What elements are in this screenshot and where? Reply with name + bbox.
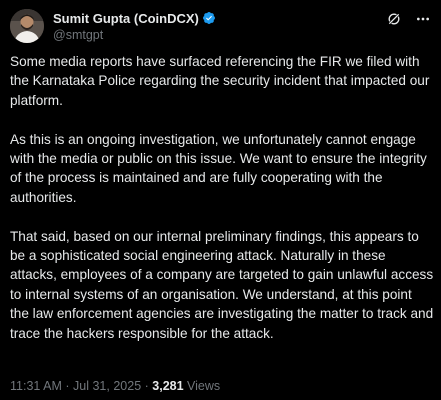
profile-photo-icon	[10, 9, 44, 43]
post-header: Sumit Gupta (CoinDCX) @smtgpt	[10, 9, 431, 43]
post-paragraph: Some media reports have surfaced referen…	[10, 54, 430, 108]
post-paragraph: That said, based on our internal prelimi…	[10, 228, 434, 341]
verified-badge-icon	[202, 12, 215, 24]
author-block: Sumit Gupta (CoinDCX) @smtgpt	[53, 10, 216, 42]
post-paragraph: As this is an ongoing investigation, we …	[10, 131, 427, 205]
separator: ·	[144, 379, 149, 393]
author-display-name[interactable]: Sumit Gupta (CoinDCX)	[53, 11, 199, 26]
post: Sumit Gupta (CoinDCX) @smtgpt Some media…	[0, 0, 441, 400]
separator: ·	[65, 379, 70, 393]
grok-icon[interactable]	[386, 11, 402, 27]
views-label: Views	[187, 379, 221, 393]
views-count: 3,281	[152, 379, 184, 393]
avatar[interactable]	[10, 9, 44, 43]
display-name-row: Sumit Gupta (CoinDCX)	[53, 10, 216, 26]
post-metadata: 11:31 AM · Jul 31, 2025 · 3,281 Views	[10, 379, 220, 393]
post-time[interactable]: 11:31 AM	[10, 379, 62, 393]
more-options-icon[interactable]	[415, 11, 431, 27]
author-handle[interactable]: @smtgpt	[53, 28, 216, 42]
post-text: Some media reports have surfaced referen…	[10, 52, 434, 343]
post-date[interactable]: Jul 31, 2025	[73, 379, 141, 393]
